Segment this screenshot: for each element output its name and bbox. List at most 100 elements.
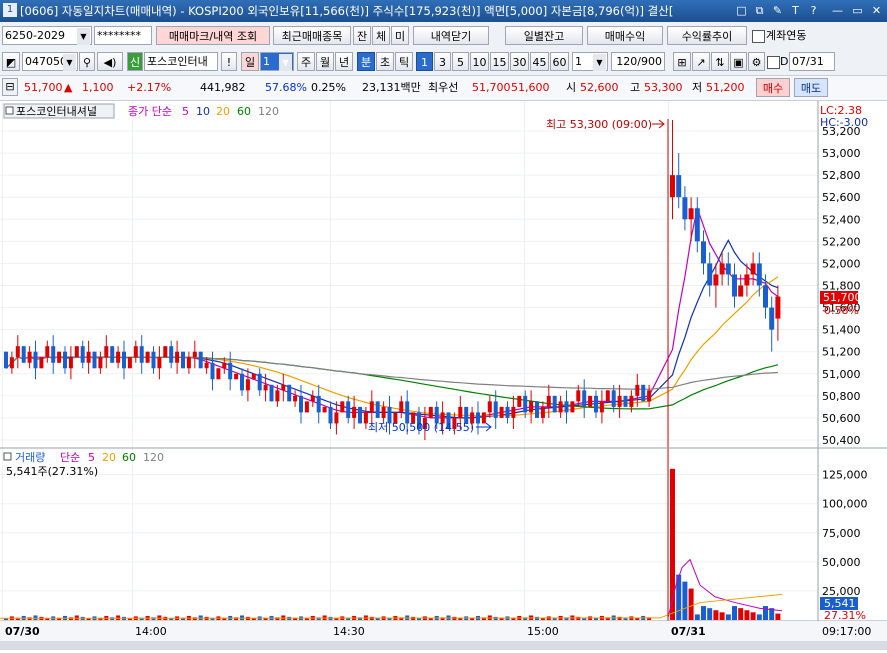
unit-select[interactable]: 1 ▼ bbox=[572, 52, 608, 71]
volume-bar bbox=[738, 608, 744, 620]
interval-10-button[interactable]: 10 bbox=[470, 52, 489, 71]
interval-30-button[interactable]: 30 bbox=[510, 52, 529, 71]
volume-bar bbox=[750, 612, 756, 620]
time-tick-label: 07/31 bbox=[671, 625, 706, 638]
count-input[interactable]: 120/900 bbox=[611, 52, 665, 71]
balance-button[interactable]: 잔 bbox=[353, 26, 371, 45]
chevron-down-icon[interactable]: ▼ bbox=[593, 54, 606, 71]
trade-mark-query-button[interactable]: 매매마크/내역 조회 bbox=[156, 26, 270, 45]
chart-type-icon[interactable]: ⊞ bbox=[673, 52, 691, 71]
indicator-icon[interactable]: ↗ bbox=[692, 52, 710, 71]
volume-bar bbox=[623, 618, 628, 620]
password-input[interactable]: ******** bbox=[94, 26, 152, 45]
date-checkbox[interactable] bbox=[767, 56, 780, 69]
save-icon[interactable]: ▣ bbox=[730, 52, 747, 71]
volume-value: 441,982 bbox=[200, 81, 246, 94]
account-link-checkbox[interactable] bbox=[752, 30, 765, 43]
window-titlebar[interactable]: 1 [0606] 자동일지차트(매매내역) - KOSPI200 외국인보유[1… bbox=[0, 0, 887, 22]
date-input[interactable]: 07/31 bbox=[789, 52, 835, 71]
stock-code-select[interactable]: 047050 ▼ bbox=[22, 52, 78, 71]
chart-menu-icon[interactable]: ◩ bbox=[2, 52, 20, 71]
candle-body bbox=[505, 406, 510, 418]
candle-body bbox=[756, 263, 762, 286]
close-history-button[interactable]: 내역닫기 bbox=[413, 26, 489, 45]
candle-body bbox=[499, 406, 504, 418]
speaker-icon[interactable]: ◀) bbox=[97, 52, 123, 71]
minimize-icon[interactable]: — bbox=[830, 3, 845, 18]
period-year-button[interactable]: 년 bbox=[335, 52, 353, 71]
compare-icon[interactable]: ⇅ bbox=[711, 52, 729, 71]
candle-body bbox=[381, 406, 386, 418]
candle-body bbox=[576, 390, 581, 402]
volume-bar bbox=[694, 614, 700, 620]
executed-button[interactable]: 체 bbox=[372, 26, 390, 45]
price-tick-label: 50,600 bbox=[822, 412, 861, 425]
stock-code-value: 047050 bbox=[25, 55, 67, 68]
warning-button[interactable]: ! bbox=[221, 52, 237, 71]
sell-button[interactable]: 매도 bbox=[794, 78, 828, 97]
trade-profit-button[interactable]: 매매수익 bbox=[587, 26, 663, 45]
expand-icon[interactable]: ⊟ bbox=[2, 78, 18, 96]
candle-body bbox=[375, 401, 380, 418]
candle-body bbox=[682, 197, 688, 220]
stock-name-field[interactable]: 포스코인터내 bbox=[144, 52, 218, 71]
stock-label-checkbox[interactable] bbox=[5, 106, 14, 115]
volume-bar bbox=[582, 618, 587, 620]
edit-icon[interactable]: ✎ bbox=[770, 3, 785, 18]
maximize-icon[interactable]: ▭ bbox=[850, 3, 865, 18]
time-tick-label: 14:00 bbox=[135, 625, 167, 638]
font-icon[interactable]: T bbox=[788, 3, 803, 18]
account-select[interactable]: 6250-2029 ▼ bbox=[2, 26, 92, 45]
candle-body bbox=[599, 401, 604, 413]
candle-body bbox=[594, 395, 598, 413]
close-icon[interactable]: ✕ bbox=[869, 3, 884, 18]
interval-60-button[interactable]: 60 bbox=[550, 52, 569, 71]
price-y-axis: 53,20053,00052,80052,60052,40052,20052,0… bbox=[822, 125, 861, 447]
daily-balance-button[interactable]: 일별잔고 bbox=[505, 26, 583, 45]
period-day-button[interactable]: 일 bbox=[241, 52, 259, 71]
period-second-button[interactable]: 초 bbox=[376, 52, 394, 71]
chevron-down-icon[interactable]: ▼ bbox=[63, 54, 76, 71]
price-tick-label: 52,400 bbox=[822, 213, 861, 226]
high-label: 고 bbox=[630, 81, 641, 94]
volume-checkbox[interactable] bbox=[3, 452, 12, 461]
restore-icon[interactable]: □ bbox=[734, 3, 749, 18]
interval-1-button[interactable]: 1 bbox=[416, 52, 433, 71]
candle-body bbox=[738, 285, 744, 297]
interval-3-button[interactable]: 3 bbox=[434, 52, 451, 71]
candle-body bbox=[564, 401, 569, 413]
search-icon[interactable]: ⚲ bbox=[79, 52, 95, 71]
chevron-down-icon[interactable]: ▼ bbox=[279, 54, 292, 71]
price-tick-label: 50,400 bbox=[822, 434, 861, 447]
scrollbar[interactable] bbox=[0, 641, 887, 650]
volume-ratio: 57.68% bbox=[265, 81, 307, 94]
unexecuted-button[interactable]: 미 bbox=[391, 26, 409, 45]
candle-body bbox=[775, 296, 781, 319]
price-tick-label: 52,600 bbox=[822, 191, 861, 204]
period-month-button[interactable]: 월 bbox=[316, 52, 334, 71]
candle-body bbox=[92, 351, 97, 369]
link-window-icon[interactable]: ⧉ bbox=[752, 3, 767, 18]
return-trend-button[interactable]: 수익률추이 bbox=[667, 26, 747, 45]
chevron-down-icon[interactable]: ▼ bbox=[77, 28, 90, 45]
candle-body bbox=[245, 379, 250, 391]
interval-45-button[interactable]: 45 bbox=[530, 52, 549, 71]
interval-5-button[interactable]: 5 bbox=[452, 52, 469, 71]
chart-area[interactable]: 53,200 53,000 52,800 52,600 52,400 52,200 52,0… bbox=[0, 101, 887, 650]
interval-15-button[interactable]: 15 bbox=[490, 52, 509, 71]
buy-button[interactable]: 매수 bbox=[756, 78, 790, 97]
gear-icon[interactable]: ⚙ bbox=[748, 52, 765, 71]
help-icon[interactable]: ? bbox=[806, 3, 821, 18]
candle-body bbox=[517, 395, 522, 407]
candle-body bbox=[45, 346, 50, 358]
low-value: 51,200 bbox=[706, 81, 745, 94]
recent-items-button[interactable]: 최근매매종목 bbox=[273, 26, 351, 45]
period-minute-button[interactable]: 분 bbox=[357, 52, 375, 71]
candlestick-chart[interactable]: 53,20053,00052,80052,60052,40052,20052,0… bbox=[0, 101, 887, 650]
period-value-select[interactable]: 1 ▼ bbox=[260, 52, 294, 71]
volume-tick-label: 75,000 bbox=[822, 527, 861, 540]
period-week-button[interactable]: 주 bbox=[297, 52, 315, 71]
period-tick-button[interactable]: 틱 bbox=[395, 52, 413, 71]
candle-body bbox=[346, 401, 351, 418]
candle-body bbox=[617, 395, 622, 407]
